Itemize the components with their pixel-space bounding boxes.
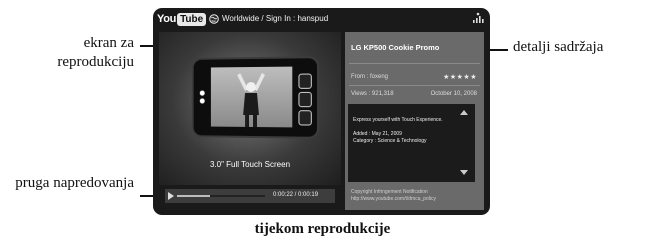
progress-track[interactable]: [177, 195, 265, 197]
playback-time: 0:00:22 / 0:00:19: [273, 192, 319, 198]
signal-icon: [473, 12, 484, 23]
logo-tube-text: Tube: [177, 12, 207, 26]
progress-fill: [177, 195, 211, 197]
scroll-up-icon[interactable]: [460, 110, 468, 115]
speaker-icon: [199, 90, 205, 104]
details-annotation-text: detalji sadržaja: [513, 39, 604, 55]
phone-display: [210, 66, 293, 128]
top-bar: You Tube Worldwide / Sign In : hanspud: [153, 8, 490, 30]
scroll-down-icon[interactable]: [460, 170, 468, 175]
copyright-notice[interactable]: Copyright Infringement Notification http…: [351, 189, 436, 203]
screen-annotation-text: ekran za reprodukciju: [57, 35, 134, 70]
phone-caption-text: 3.0" Full Touch Screen: [209, 160, 291, 169]
views-text: Views : 921,318: [351, 91, 394, 97]
copyright-link[interactable]: http://www.youtube.com/t/dmca_policy: [351, 196, 436, 203]
description-line: Category : Science & Technology: [353, 138, 427, 144]
phone-button-middle: [298, 91, 312, 108]
phone-image: [191, 56, 320, 139]
progress-annotation: pruga napredovanja: [14, 174, 134, 193]
logo-you-text: You: [157, 13, 177, 25]
progress-annotation-text: pruga napredovanja: [15, 175, 134, 191]
screen-annotation: ekran za reprodukciju: [34, 34, 134, 72]
phone-button-top: [298, 73, 312, 89]
youtube-logo: You Tube: [157, 12, 207, 26]
video-title: LG KP500 Cookie Promo: [351, 43, 440, 52]
rating-stars: ★★★★★: [443, 74, 477, 81]
uploader-text: From : foxeng: [351, 74, 389, 80]
description-box[interactable]: Express yourself with Touch Experience. …: [348, 104, 475, 182]
copyright-line: Copyright Infringement Notification: [351, 189, 428, 195]
globe-icon: [209, 14, 219, 24]
playback-screen[interactable]: 3.0" Full Touch Screen: [159, 32, 341, 185]
tv-screen: You Tube Worldwide / Sign In : hanspud 3…: [153, 8, 490, 215]
details-panel: LG KP500 Cookie Promo From : foxeng ★★★★…: [345, 32, 484, 210]
divider: [349, 63, 480, 64]
details-annotation: detalji sadržaja: [513, 38, 603, 57]
person-figure: [237, 72, 265, 128]
divider: [349, 85, 480, 86]
progress-bar[interactable]: 0:00:22 / 0:00:19: [165, 189, 335, 203]
upload-date: October 10, 2008: [430, 91, 477, 97]
location-text: Worldwide / Sign In : hanspud: [222, 14, 329, 23]
description-line: Express yourself with Touch Experience.: [353, 117, 443, 123]
description-text: Express yourself with Touch Experience. …: [353, 117, 458, 145]
figure-caption: tijekom reprodukcije: [254, 221, 391, 237]
phone-button-bottom: [298, 110, 312, 126]
play-icon[interactable]: [168, 192, 174, 200]
description-line: Added : May 21, 2009: [353, 131, 402, 137]
